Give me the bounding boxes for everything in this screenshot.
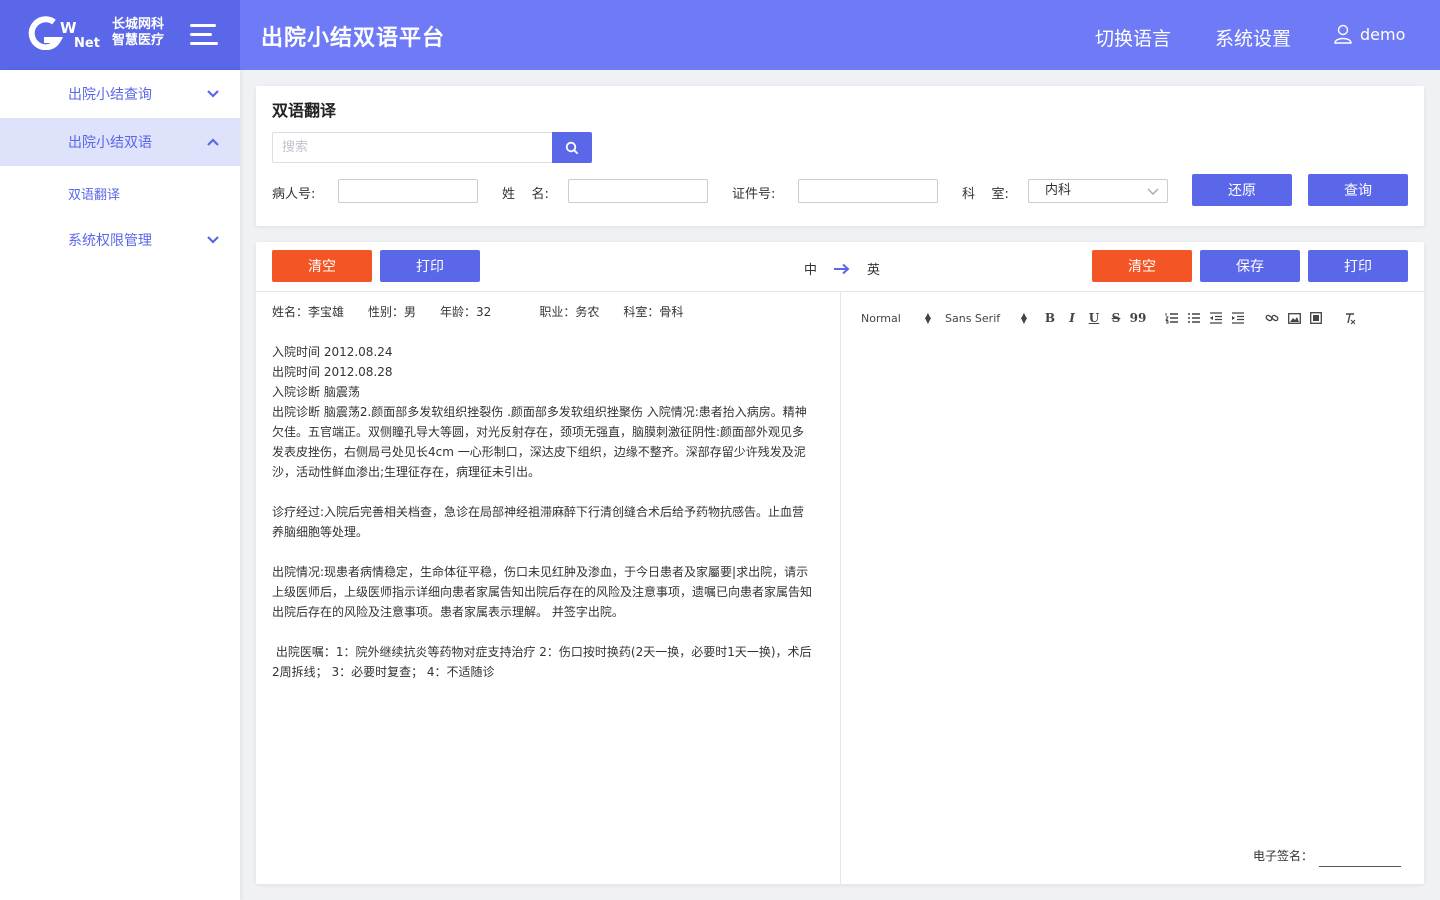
search-input[interactable] [272,132,553,163]
id-no-label: 证件号: [732,187,776,202]
sidebar-item-label: 系统权限管理 [68,233,152,249]
sidebar-item-label: 出院小结双语 [68,135,152,151]
patient-no-input[interactable] [338,179,478,203]
indent-icon[interactable] [1229,310,1247,326]
patient-dept: 科室：骨科 [623,305,684,319]
svg-text:Net: Net [74,36,100,50]
up-down-icon: ▲ ▼ [924,311,931,325]
switch-language-link[interactable]: 切换语言 [1095,24,1171,51]
translation-panel: 清空 打印 中 英 清空 保存 打印 姓名：李宝雄 性别：男 年龄：32 职业：… [256,242,1424,884]
ordered-list-icon[interactable] [1163,310,1181,326]
panel-title: 双语翻译 [272,101,337,120]
logo-area: W Net 长城网科 智慧医疗 [0,0,240,70]
sidebar-item-label: 双语翻译 [68,187,121,203]
patient-name: 姓名：李宝雄 [272,305,345,319]
chevron-down-icon [1147,188,1159,195]
size-select-value: Normal [861,311,901,325]
id-no-input[interactable] [798,179,938,203]
size-select[interactable]: Normal ▲ ▼ [861,312,931,325]
bullet-list-icon[interactable] [1185,310,1203,326]
video-icon[interactable] [1307,310,1325,326]
search-icon [565,141,579,154]
app-title: 出院小结双语平台 [261,26,446,51]
doc-paragraph: 出院情况:现患者病情稳定，生命体征平稳，伤口未见红肿及渗血，于今日患者及家屬要|… [272,565,813,619]
divider [840,291,841,884]
left-print-button[interactable]: 打印 [380,250,480,282]
right-clear-button[interactable]: 清空 [1092,250,1192,282]
company-logo-icon: W Net [28,16,100,50]
chevron-down-icon [207,236,219,244]
signature-label: 电子签名： [1253,849,1314,863]
doc-paragraph: 入院时间 2012.08.24 出院时间 2012.08.28 入院诊断 脑震荡… [272,345,807,479]
username: demo [1360,24,1406,44]
arrow-right-icon [834,263,850,274]
patient-info-row: 姓名：李宝雄 性别：男 年龄：32 职业：务农 科室：骨科 [272,302,812,322]
source-language: 中 [804,263,818,278]
reset-button[interactable]: 还原 [1192,174,1292,206]
signature-field[interactable] [1319,866,1401,867]
bold-icon[interactable]: B [1041,310,1059,326]
hamburger-menu-icon[interactable] [190,24,218,46]
doc-paragraph: 出院医嘱：1：院外继续抗炎等药物对症支持治疗 2：伤口按时换药(2天一换，必要时… [272,645,812,679]
system-settings-link[interactable]: 系统设置 [1215,24,1291,51]
underline-icon[interactable]: U [1085,310,1103,326]
blockquote-icon[interactable]: 99 [1129,310,1147,326]
left-clear-button[interactable]: 清空 [272,250,372,282]
logo-line2: 智慧医疗 [112,33,165,48]
chevron-down-icon [207,90,219,98]
sidebar-item-permission-management[interactable]: 系统权限管理 [0,216,240,264]
name-input[interactable] [568,179,708,203]
italic-icon[interactable]: I [1063,310,1081,326]
outdent-icon[interactable] [1207,310,1225,326]
right-print-button[interactable]: 打印 [1308,250,1408,282]
query-button[interactable]: 查询 [1308,174,1408,206]
link-icon[interactable] [1263,310,1281,326]
name-label: 姓 名: [502,187,549,202]
patient-gender: 性别：男 [368,305,417,319]
font-select-value: Sans Serif [945,311,1001,325]
dept-select[interactable]: 内科 [1028,179,1168,203]
chevron-up-icon [207,138,219,146]
sidebar-item-discharge-query[interactable]: 出院小结查询 [0,70,240,118]
top-header: W Net 长城网科 智慧医疗 出院小结双语平台 切换语言 系统设置 demo [0,0,1440,70]
sidebar-item-discharge-bilingual[interactable]: 出院小结双语 [0,118,240,166]
strike-icon[interactable]: S [1107,310,1125,326]
doc-paragraph: 诊疗经过:入院后完善相关档查，急诊在局部神经祖滞麻醉下行清创缝合术后给予药物抗感… [272,505,805,539]
clear-format-icon[interactable] [1341,310,1359,326]
user-icon [1334,24,1352,44]
image-icon[interactable] [1285,310,1303,326]
save-button[interactable]: 保存 [1200,250,1300,282]
logo-line1: 长城网科 [112,17,165,32]
sidebar: 出院小结查询 出院小结双语 双语翻译 系统权限管理 [0,70,240,900]
dept-label: 科 室: [962,187,1009,202]
sidebar-subitem-bilingual-translation[interactable]: 双语翻译 [0,170,240,216]
search-button[interactable] [552,132,592,163]
dept-select-value: 内科 [1045,183,1072,198]
up-down-icon: ▲ ▼ [1020,311,1027,325]
search-panel: 双语翻译 病人号: 姓 名: 证件号: 科 室: 内科 还原 查询 [256,86,1424,226]
patient-job: 职业：务农 [539,305,600,319]
sidebar-item-label: 出院小结查询 [68,87,152,103]
svg-text:W: W [60,19,77,37]
target-language: 英 [867,263,881,278]
patient-no-label: 病人号: [272,187,316,202]
font-select[interactable]: Sans Serif ▲ ▼ [945,312,1027,325]
patient-age: 年龄：32 [440,305,492,319]
language-direction[interactable]: 中 英 [804,259,880,278]
logo-text: 长城网科 智慧医疗 [112,17,164,49]
editor-toolbar: Normal ▲ ▼ Sans Serif ▲ ▼ B I U S 99 [861,310,1363,326]
source-document: 姓名：李宝雄 性别：男 年龄：32 职业：务农 科室：骨科 入院时间 2012.… [272,302,812,702]
user-menu[interactable]: demo [1334,24,1405,44]
